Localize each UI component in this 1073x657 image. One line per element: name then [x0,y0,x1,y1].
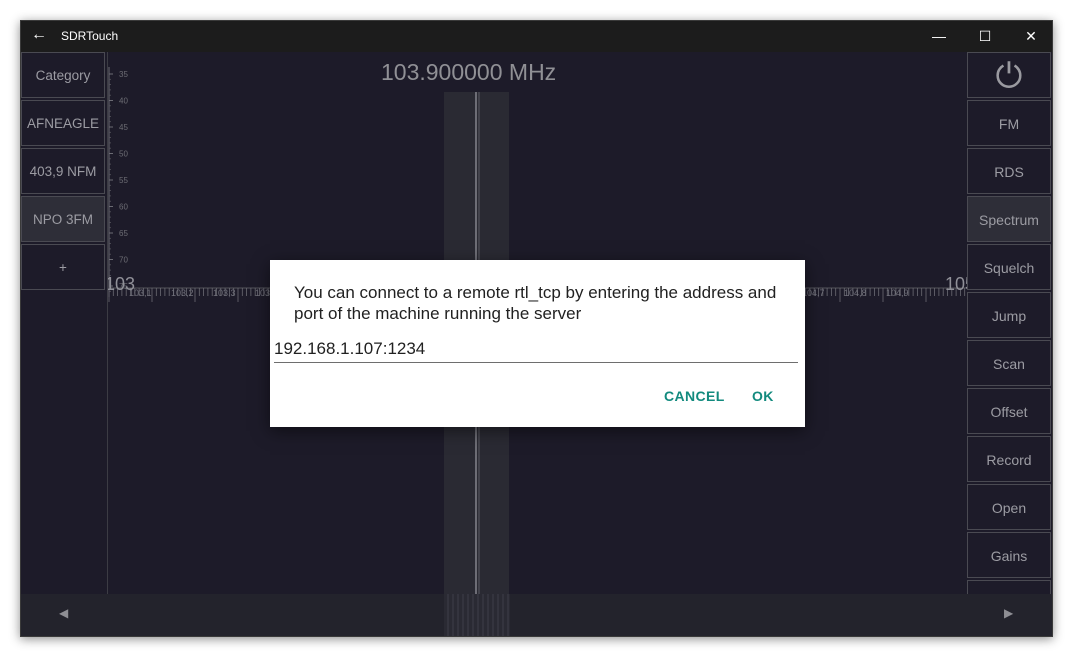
rds-button[interactable]: RDS [967,148,1051,194]
db-tick-label: 70 [119,256,128,265]
category-button[interactable]: Category [21,52,105,98]
db-tick-label: 35 [119,70,128,79]
minimize-icon[interactable]: — [916,21,962,52]
ok-button[interactable]: OK [752,388,774,404]
db-tick-label: 40 [119,97,128,106]
preset-403-9-nfm[interactable]: 403,9 NFM [21,148,105,194]
freq-tick-label: 103 [255,288,270,298]
fm-button[interactable]: FM [967,100,1051,146]
gains-button[interactable]: Gains [967,532,1051,578]
db-tick-label: 45 [119,123,128,132]
db-tick-label: 55 [119,176,128,185]
more-buttons-edge [967,580,1051,594]
freq-tick-label: 104,8 [844,288,867,298]
frequency-display: 103.900000 MHz [381,59,557,85]
scan-button[interactable]: Scan [967,340,1051,386]
preset-afneagle[interactable]: AFNEAGLE [21,100,105,146]
db-tick-label: 50 [119,150,128,159]
major-freq-label-left: 103 [107,274,135,294]
major-freq-label-right: 105 [945,274,967,294]
offset-button[interactable]: Offset [967,388,1051,434]
scroll-right-icon[interactable]: ▶ [1004,606,1013,620]
maximize-icon[interactable]: ☐ [962,21,1008,52]
waterfall-tail [444,594,510,636]
close-icon[interactable]: ✕ [1008,21,1052,52]
spectrum-button[interactable]: Spectrum [967,196,1051,242]
freq-tick-label: 104,7 [802,288,825,298]
right-panel: ⏻ FM RDS Spectrum Squelch Jump Scan Offs… [967,52,1052,594]
record-button[interactable]: Record [967,436,1051,482]
db-tick-label: 65 [119,229,128,238]
address-input[interactable] [274,338,798,363]
squelch-button[interactable]: Squelch [967,244,1051,290]
title-bar: ← SDRTouch — ☐ ✕ [21,21,1052,52]
freq-tick-label: 104,9 [886,288,909,298]
freq-tick-label: 103,2 [171,288,194,298]
back-arrow-icon[interactable]: ← [29,25,49,45]
scroll-left-icon[interactable]: ◀ [59,606,68,620]
add-preset-button[interactable]: + [21,244,105,290]
dialog-message: You can connect to a remote rtl_tcp by e… [294,283,777,323]
bottom-bar: ◀ ▶ [21,594,1052,636]
app-title: SDRTouch [61,29,119,43]
open-button[interactable]: Open [967,484,1051,530]
jump-button[interactable]: Jump [967,292,1051,338]
power-icon[interactable]: ⏻ [967,52,1051,98]
cancel-button[interactable]: CANCEL [664,388,725,404]
preset-npo-3fm[interactable]: NPO 3FM [21,196,105,242]
app-window: ← SDRTouch — ☐ ✕ 35 40 45 50 55 60 65 70 75 103,… [20,20,1053,637]
left-panel: Category AFNEAGLE 403,9 NFM NPO 3FM + [21,52,108,594]
rtl-tcp-dialog: You can connect to a remote rtl_tcp by e… [270,260,805,427]
freq-tick-label: 103,3 [213,288,236,298]
db-tick-label: 60 [119,203,128,212]
